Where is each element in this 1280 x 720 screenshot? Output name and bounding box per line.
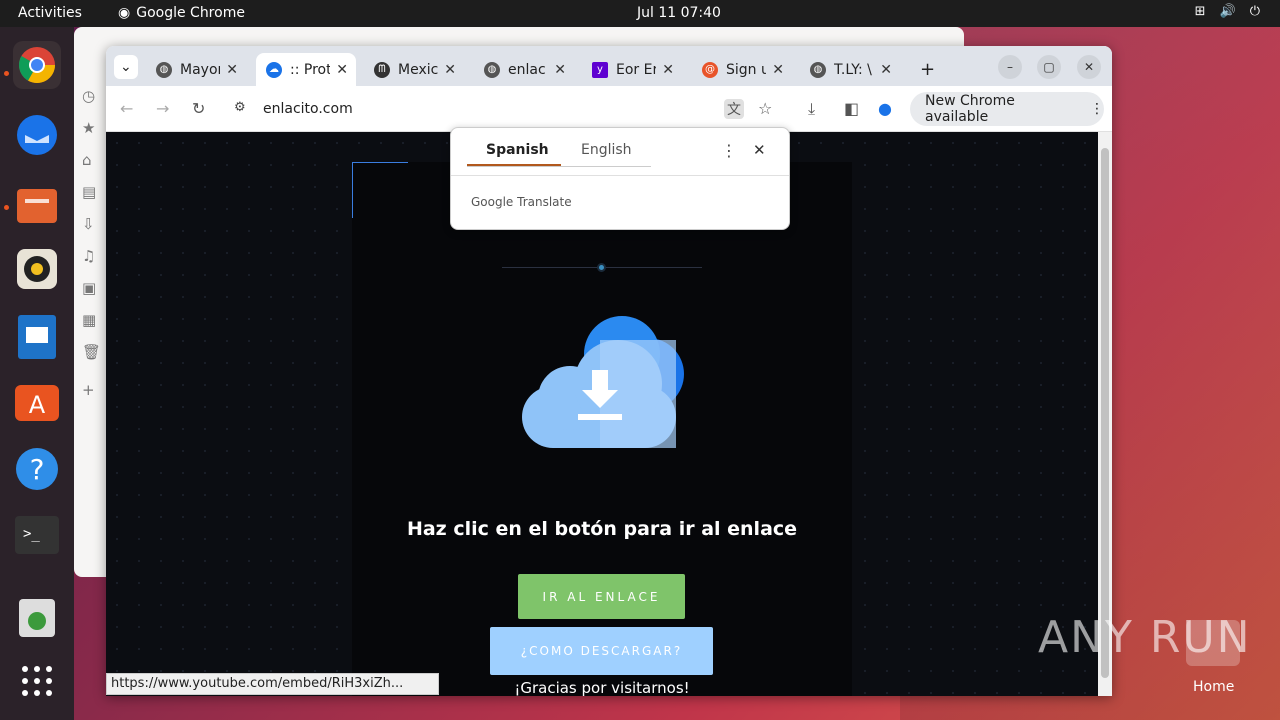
writer-icon[interactable] (13, 313, 61, 361)
tab-label: Eor Er (616, 61, 656, 78)
files-icon[interactable] (13, 181, 61, 229)
activities-button[interactable]: Activities (18, 5, 82, 21)
lang-english-tab[interactable]: English (581, 142, 632, 158)
running-indicator (4, 71, 9, 76)
tab-search-button[interactable]: ⌄ (114, 55, 138, 79)
plus-icon: + (920, 59, 936, 80)
home-desktop-label[interactable]: Home (1193, 679, 1234, 695)
help-icon[interactable]: ? (13, 445, 61, 493)
new-chrome-available-button[interactable]: New Chrome available ⋮ (910, 92, 1104, 126)
corner-decoration (352, 162, 408, 218)
lang-spanish-tab[interactable]: Spanish (486, 142, 549, 158)
forward-button[interactable]: → (156, 99, 169, 118)
network-icon: ⊞ (1194, 4, 1206, 19)
globe-icon: ◍ (810, 61, 826, 78)
spiral-icon: @ (702, 61, 718, 78)
top-bar: Activities ◉ Google Chrome Jul 11 07:40 ⊞… (0, 0, 1280, 27)
cloud-download-icon (522, 316, 684, 448)
svg-text:>_: >_ (23, 526, 40, 542)
profile-avatar-icon[interactable]: ● (878, 99, 892, 118)
close-tab-icon[interactable]: ✕ (226, 62, 238, 78)
tab-label: Mayor (180, 61, 220, 78)
tab-active[interactable]: ☁:: Prot ✕ (256, 53, 356, 86)
chrome-small-icon: ◉ (118, 5, 131, 21)
home-folder-desktop-icon[interactable] (1186, 620, 1240, 666)
content-panel: Haz clic en el botón para ir al enlace I… (352, 162, 852, 696)
side-panel-icon[interactable]: ◧ (844, 99, 859, 118)
link-status-bar: https://www.youtube.com/embed/RiH3xiZh..… (106, 673, 439, 695)
tab-label: enlac (508, 61, 546, 78)
more-menu-icon[interactable]: ⋮ (1090, 101, 1104, 117)
dock: A ? >_ (0, 27, 74, 720)
address-bar[interactable]: ⚙ enlacito.com (226, 92, 786, 126)
back-button[interactable]: ← (120, 99, 133, 118)
terminal-icon[interactable]: >_ (13, 511, 61, 559)
thunderbird-icon[interactable] (13, 111, 61, 159)
minimize-button[interactable]: – (998, 55, 1022, 79)
tab-strip: ⌄ ◍ Mayor ✕ ☁:: Prot ✕ ᗰ Mexic ✕ ◍ enlac ✕ y Eor… (106, 46, 1112, 86)
url-text[interactable]: enlacito.com (263, 101, 353, 117)
translate-popup: Spanish English ⋮ ✕ Google Translate (450, 127, 790, 230)
volume-icon: 🔊 (1219, 4, 1236, 19)
tab[interactable]: y Eor Er ✕ (582, 53, 682, 86)
translate-icon[interactable]: 文 (724, 99, 744, 119)
yahoo-icon: y (592, 61, 608, 78)
divider-dot (597, 263, 606, 272)
page-heading: Haz clic en el botón para ir al enlace (406, 518, 798, 540)
globe-icon: ◍ (156, 61, 172, 78)
go-to-link-button[interactable]: IR AL ENLACE (518, 574, 685, 619)
rhythmbox-icon[interactable] (13, 245, 61, 293)
app-menu[interactable]: ◉ Google Chrome (118, 5, 245, 21)
bookmark-star-icon[interactable]: ☆ (758, 99, 772, 118)
reload-button[interactable]: ↻ (192, 99, 205, 118)
close-window-button[interactable]: ✕ (1077, 55, 1101, 79)
tab[interactable]: ◍ Mayor ✕ (146, 53, 246, 86)
svg-text:A: A (29, 391, 46, 419)
chevron-down-icon: ⌄ (120, 59, 132, 75)
tab[interactable]: ◍ enlac ✕ (474, 53, 574, 86)
tab[interactable]: ◍ T.LY: \ ✕ (800, 53, 900, 86)
tab-label: T.LY: \ (834, 61, 872, 78)
translate-options-icon[interactable]: ⋮ (721, 141, 737, 160)
globe-icon: ◍ (484, 61, 500, 78)
tab-underline-track (467, 166, 651, 167)
close-tab-icon[interactable]: ✕ (444, 62, 456, 78)
wave-icon: ᗰ (374, 61, 390, 78)
close-tab-icon[interactable]: ✕ (554, 62, 566, 78)
system-tray[interactable]: ⊞ 🔊 ⏻ (1195, 4, 1260, 19)
site-info-icon[interactable]: ⚙ (234, 100, 246, 115)
tab-label: :: Prot (290, 61, 330, 78)
clock[interactable]: Jul 11 07:40 (637, 5, 721, 21)
new-tab-button[interactable]: + (910, 53, 935, 86)
close-popup-icon[interactable]: ✕ (753, 141, 766, 159)
power-icon: ⏻ (1249, 4, 1260, 19)
tab-label: Mexic (398, 61, 438, 78)
cloud-icon: ☁ (266, 61, 282, 78)
close-tab-icon[interactable]: ✕ (336, 62, 348, 78)
tab-label: Sign u (726, 61, 766, 78)
trash-icon[interactable] (13, 593, 61, 641)
app-center-icon[interactable]: A (13, 377, 61, 425)
active-tab-underline (467, 164, 561, 166)
chrome-dock-icon[interactable] (13, 41, 61, 89)
scrollbar-thumb[interactable] (1101, 148, 1109, 678)
close-tab-icon[interactable]: ✕ (662, 62, 674, 78)
maximize-button[interactable]: ▢ (1037, 55, 1061, 79)
browser-toolbar: ← → ↻ ⚙ enlacito.com 文 ☆ ⤓ ◧ ● New Chrom… (106, 86, 1112, 132)
app-name: Google Chrome (136, 5, 245, 21)
tab[interactable]: ᗰ Mexic ✕ (364, 53, 464, 86)
downloads-toolbar-icon[interactable]: ⤓ (808, 99, 815, 119)
tab[interactable]: @ Sign u ✕ (692, 53, 792, 86)
close-tab-icon[interactable]: ✕ (772, 62, 784, 78)
running-indicator (4, 205, 9, 210)
svg-text:?: ? (30, 453, 45, 486)
new-chrome-label: New Chrome available (925, 93, 1015, 125)
google-translate-brand: Google Translate (471, 195, 572, 209)
apps-grid-icon[interactable] (13, 657, 61, 705)
popup-separator (451, 175, 789, 176)
how-to-download-button[interactable]: ¿COMO DESCARGAR? (490, 627, 713, 675)
close-tab-icon[interactable]: ✕ (880, 62, 892, 78)
